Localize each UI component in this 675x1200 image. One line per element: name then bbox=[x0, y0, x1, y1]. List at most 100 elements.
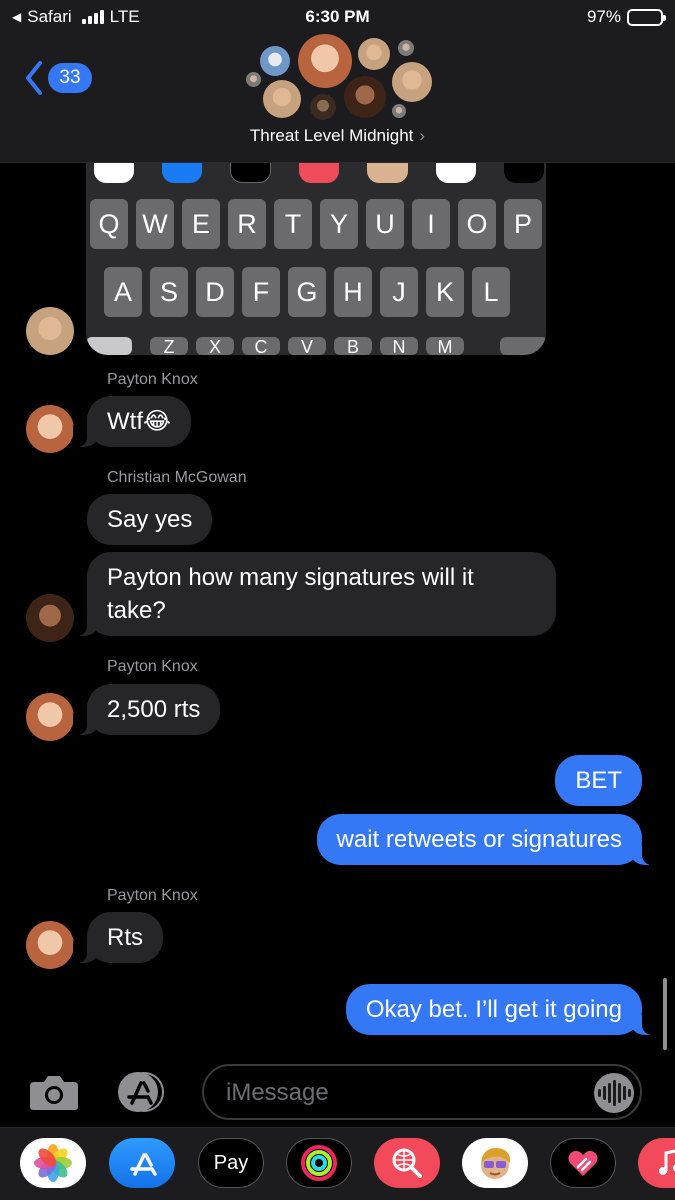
search-images-icon bbox=[299, 163, 340, 183]
keyboard-key: U bbox=[366, 199, 404, 249]
chevron-right-icon: › bbox=[419, 126, 426, 145]
image-attachment[interactable]: QWERTYUIOP ASDFGHJKL ZXCVBNM bbox=[86, 163, 546, 355]
search-images-icon[interactable] bbox=[374, 1138, 440, 1188]
photos-flower-icon bbox=[34, 1144, 72, 1182]
chevron-left-icon bbox=[26, 61, 42, 95]
audio-message-icon[interactable] bbox=[594, 1073, 634, 1113]
group-name[interactable]: Threat Level Midnight › bbox=[0, 126, 675, 146]
avatar bbox=[263, 80, 301, 118]
keyboard-key: O bbox=[458, 199, 496, 249]
shift-key bbox=[86, 337, 132, 355]
avatar bbox=[344, 76, 386, 118]
keyboard-key: V bbox=[288, 337, 326, 355]
sender-name: Payton Knox bbox=[107, 658, 198, 675]
message-input-placeholder: iMessage bbox=[226, 1079, 329, 1106]
keyboard-key: S bbox=[150, 267, 188, 317]
keyboard-key: M bbox=[426, 337, 464, 355]
photos-icon[interactable] bbox=[20, 1138, 86, 1188]
digital-touch-icon[interactable] bbox=[550, 1138, 616, 1188]
sender-avatar[interactable] bbox=[26, 693, 74, 741]
group-name-label: Threat Level Midnight bbox=[249, 126, 414, 145]
heart-hands-icon bbox=[568, 1150, 598, 1176]
unread-count-badge: 33 bbox=[48, 63, 92, 93]
message-bubble-incoming[interactable]: Payton how many signatures will it take? bbox=[73, 552, 556, 636]
keyboard-key: E bbox=[182, 199, 220, 249]
keyboard-key: A bbox=[104, 267, 142, 317]
group-avatars[interactable] bbox=[240, 32, 440, 124]
avatar bbox=[398, 40, 414, 56]
music-icon[interactable] bbox=[638, 1138, 675, 1188]
keyboard-key: X bbox=[196, 337, 234, 355]
message-bubble-incoming[interactable]: Rts bbox=[73, 912, 163, 963]
keyboard-key: C bbox=[242, 337, 280, 355]
app-store-icon[interactable] bbox=[114, 1071, 170, 1113]
keyboard-row-1: QWERTYUIOP bbox=[90, 199, 542, 249]
message-bubble-incoming[interactable]: Say yes bbox=[87, 494, 213, 545]
globe-search-icon bbox=[392, 1148, 422, 1178]
message-bubble-outgoing[interactable]: wait retweets or signatures bbox=[316, 814, 657, 865]
keyboard-key: J bbox=[380, 267, 418, 317]
status-time: 6:30 PM bbox=[305, 7, 370, 26]
message-bubble-outgoing[interactable]: Okay bet. I’ll get it going bbox=[345, 984, 657, 1035]
apple-pay-label: Pay bbox=[213, 1151, 249, 1174]
keyboard-key: H bbox=[334, 267, 372, 317]
memoji-face-icon bbox=[481, 1147, 511, 1179]
sender-avatar[interactable] bbox=[26, 594, 74, 642]
app-store-icon[interactable] bbox=[109, 1138, 175, 1188]
battery-icon bbox=[627, 8, 666, 26]
digital-touch-icon bbox=[503, 163, 545, 183]
keyboard-row-2: ASDFGHJKL bbox=[104, 267, 510, 317]
keyboard-key: K bbox=[426, 267, 464, 317]
image-app-row bbox=[94, 163, 545, 185]
keyboard-key: R bbox=[228, 199, 266, 249]
sender-name: Christian McGowan bbox=[107, 469, 247, 486]
keyboard-key: F bbox=[242, 267, 280, 317]
activity-icon[interactable] bbox=[286, 1138, 352, 1188]
keyboard-key: G bbox=[288, 267, 326, 317]
photos-icon bbox=[94, 163, 135, 183]
memoji-icon[interactable] bbox=[462, 1138, 528, 1188]
avatar bbox=[260, 46, 290, 76]
apple-pay-icon bbox=[230, 163, 272, 183]
keyboard-key: N bbox=[380, 337, 418, 355]
keyboard-key: P bbox=[504, 199, 542, 249]
message-bubble-outgoing[interactable]: BET bbox=[555, 755, 642, 806]
keyboard-key: I bbox=[412, 199, 450, 249]
imessage-app-drawer: Pay bbox=[0, 1127, 675, 1200]
memoji-icon bbox=[367, 163, 408, 183]
sender-avatar[interactable] bbox=[26, 405, 74, 453]
keyboard-key: T bbox=[274, 199, 312, 249]
avatar bbox=[298, 34, 352, 88]
message-bubble-incoming[interactable]: Wtf😂 bbox=[72, 396, 192, 447]
battery-percent: 97% bbox=[586, 7, 621, 26]
music-icon bbox=[435, 163, 476, 183]
conversation-header: ◀ Safari LTE 6:30 PM 97% 33 Threat Level… bbox=[0, 0, 675, 163]
scroll-indicator[interactable] bbox=[663, 978, 667, 1050]
keyboard-key: L bbox=[472, 267, 510, 317]
keyboard-key: D bbox=[196, 267, 234, 317]
status-bar: ◀ Safari LTE 6:30 PM 97% bbox=[0, 0, 675, 36]
status-right: 97% bbox=[586, 7, 666, 27]
apple-pay-icon[interactable]: Pay bbox=[198, 1138, 264, 1188]
keyboard-key: Q bbox=[90, 199, 128, 249]
app-store-a-icon bbox=[130, 1153, 157, 1176]
music-note-icon bbox=[659, 1149, 675, 1175]
app-store-icon bbox=[162, 163, 203, 183]
sender-avatar[interactable] bbox=[26, 921, 74, 969]
camera-icon[interactable] bbox=[28, 1074, 80, 1112]
back-button[interactable]: 33 bbox=[24, 60, 92, 96]
message-bubble-incoming[interactable]: 2,500 rts bbox=[72, 684, 221, 735]
message-input[interactable]: iMessage bbox=[202, 1064, 642, 1120]
keyboard-key: B bbox=[334, 337, 372, 355]
sender-avatar[interactable] bbox=[26, 307, 74, 355]
avatar bbox=[310, 94, 336, 120]
avatar bbox=[392, 104, 406, 118]
activity-rings-icon bbox=[301, 1145, 337, 1181]
sender-name: Payton Knox bbox=[107, 887, 198, 904]
sender-name: Payton Knox bbox=[107, 371, 198, 388]
avatar bbox=[392, 62, 432, 102]
keyboard-key: W bbox=[136, 199, 174, 249]
avatar bbox=[246, 72, 261, 87]
delete-key bbox=[500, 337, 546, 355]
keyboard-key: Y bbox=[320, 199, 358, 249]
